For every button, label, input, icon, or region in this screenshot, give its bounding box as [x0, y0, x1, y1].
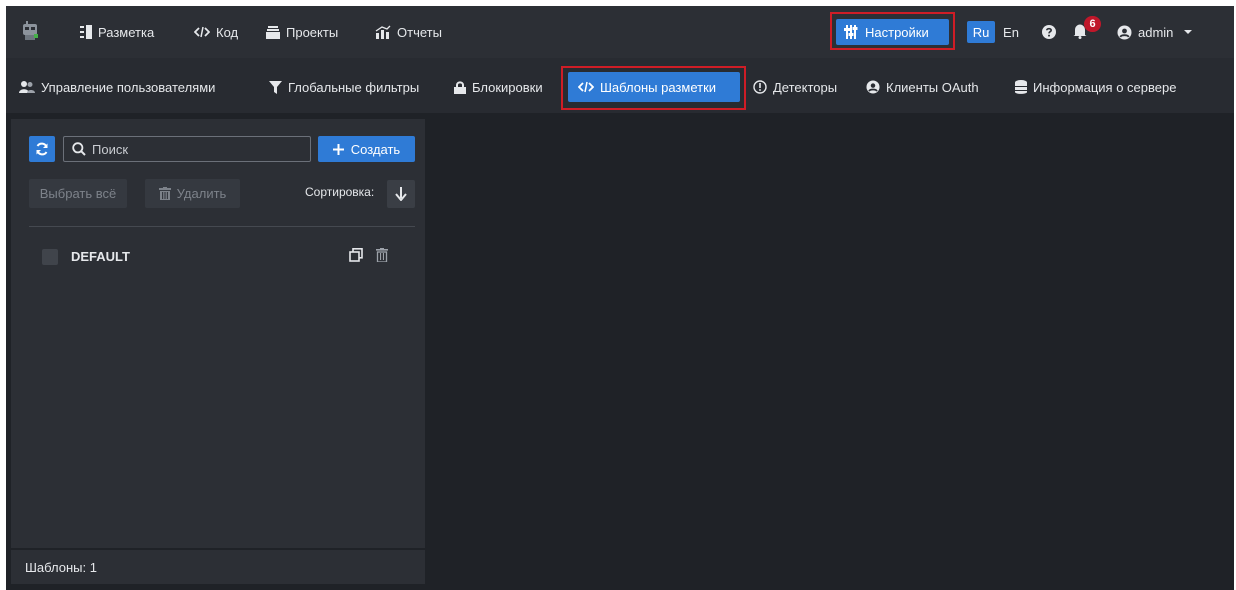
filter-icon	[269, 80, 282, 94]
nav-code[interactable]: Код	[194, 22, 238, 42]
notifications-badge: 6	[1084, 16, 1101, 32]
reports-icon	[375, 25, 391, 39]
template-checkbox[interactable]	[42, 249, 58, 265]
subnav-users[interactable]: Управление пользователями	[19, 77, 215, 97]
nav-reports-label: Отчеты	[397, 24, 442, 40]
lang-en-button[interactable]: En	[1000, 21, 1022, 43]
top-navbar: Разметка Код Проекты Отчеты Настройки Ru…	[6, 6, 1234, 58]
settings-button[interactable]: Настройки	[836, 19, 949, 45]
lock-icon	[454, 80, 466, 94]
settings-subnav: Управление пользователями Глобальные фил…	[6, 58, 1234, 113]
subnav-oauth-clients[interactable]: Клиенты OAuth	[866, 77, 979, 97]
create-button[interactable]: Создать	[318, 136, 415, 162]
templates-panel: Создать Выбрать всё Удалить Сортировка:	[11, 119, 425, 548]
code-icon	[194, 26, 210, 38]
template-row[interactable]: DEFAULT	[29, 246, 415, 270]
delete-label: Удалить	[176, 186, 227, 201]
subnav-detectors[interactable]: Детекторы	[753, 77, 837, 97]
nav-projects-label: Проекты	[286, 24, 339, 40]
search-input[interactable]	[92, 141, 292, 157]
select-all-button[interactable]: Выбрать всё	[29, 179, 127, 208]
user-circle-icon	[1117, 25, 1132, 39]
app-window: Разметка Код Проекты Отчеты Настройки Ru…	[6, 6, 1234, 590]
search-icon	[72, 142, 86, 156]
subnav-markup-templates-label: Шаблоны разметки	[600, 79, 717, 95]
markup-icon	[80, 25, 92, 39]
sort-direction-button[interactable]	[387, 180, 415, 208]
subnav-global-filters[interactable]: Глобальные фильтры	[269, 77, 419, 97]
nav-code-label: Код	[216, 24, 239, 40]
subnav-users-label: Управление пользователями	[41, 79, 216, 95]
templates-count: Шаблоны: 1	[25, 559, 97, 575]
subnav-global-filters-label: Глобальные фильтры	[288, 79, 420, 95]
lang-ru-button[interactable]: Ru	[967, 21, 995, 43]
user-menu[interactable]: admin	[1117, 22, 1193, 42]
refresh-button[interactable]	[29, 136, 55, 162]
templates-count-footer: Шаблоны: 1	[11, 550, 425, 584]
database-icon	[1015, 80, 1027, 94]
help-icon[interactable]	[1042, 25, 1056, 39]
nav-markup-label: Разметка	[98, 24, 155, 40]
users-icon	[19, 81, 35, 93]
nav-reports[interactable]: Отчеты	[375, 22, 442, 42]
sort-label: Сортировка:	[305, 185, 375, 199]
user-name: admin	[1138, 24, 1174, 40]
panel-divider	[29, 226, 415, 227]
projects-icon	[266, 25, 280, 39]
delete-button[interactable]: Удалить	[145, 179, 240, 208]
subnav-server-info[interactable]: Информация о сервере	[1015, 77, 1176, 97]
sliders-icon	[844, 25, 858, 39]
subnav-detectors-label: Детекторы	[773, 79, 838, 95]
settings-label: Настройки	[865, 24, 929, 40]
trash-icon	[158, 187, 171, 200]
subnav-oauth-clients-label: Клиенты OAuth	[886, 79, 979, 95]
arrow-down-icon	[395, 187, 407, 201]
copy-icon[interactable]	[349, 248, 363, 262]
refresh-icon	[36, 142, 48, 156]
detector-icon	[753, 80, 767, 94]
user-circle-icon	[866, 80, 880, 94]
subnav-locks[interactable]: Блокировки	[454, 77, 543, 97]
plus-icon	[332, 143, 344, 155]
template-name: DEFAULT	[71, 249, 130, 264]
search-field[interactable]	[63, 136, 311, 162]
subnav-locks-label: Блокировки	[472, 79, 543, 95]
nav-markup[interactable]: Разметка	[80, 22, 154, 42]
code-icon	[578, 81, 594, 93]
caret-down-icon	[1184, 30, 1193, 34]
create-label: Создать	[350, 141, 401, 157]
subnav-markup-templates[interactable]: Шаблоны разметки	[568, 72, 740, 102]
trash-icon[interactable]	[376, 248, 388, 262]
nav-projects[interactable]: Проекты	[266, 22, 338, 42]
robot-logo-icon[interactable]	[20, 20, 40, 42]
subnav-server-info-label: Информация о сервере	[1033, 79, 1177, 95]
